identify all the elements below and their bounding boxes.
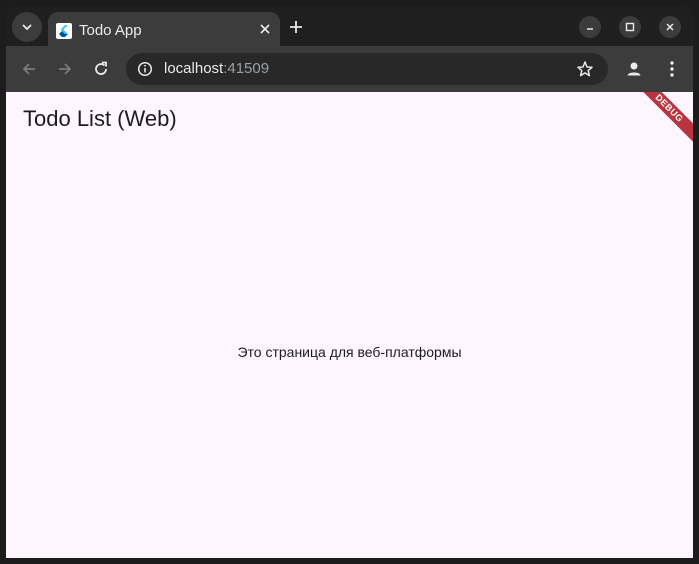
- url-port: :41509: [223, 60, 270, 77]
- arrow-right-icon[interactable]: [56, 60, 74, 78]
- maximize-button[interactable]: [619, 16, 641, 38]
- center-message: Это страница для веб-платформы: [237, 344, 462, 360]
- chevron-down-icon: [22, 24, 32, 31]
- close-icon: [666, 23, 674, 31]
- tab-title: Todo App: [79, 22, 142, 39]
- info-icon[interactable]: [137, 61, 153, 77]
- debug-banner: DEBUG: [629, 92, 693, 149]
- address-bar[interactable]: localhost:41509: [126, 53, 608, 85]
- plus-icon[interactable]: [287, 18, 305, 36]
- reload-icon[interactable]: [92, 60, 110, 78]
- tab-todo-app[interactable]: Todo App: [48, 12, 280, 46]
- browser-window: Todo App localhost:41509 Todo List (Web)…: [6, 6, 693, 558]
- arrow-left-icon[interactable]: [20, 60, 38, 78]
- close-icon[interactable]: [258, 22, 272, 36]
- star-icon[interactable]: [576, 60, 594, 78]
- person-icon[interactable]: [624, 59, 644, 79]
- tab-search-button[interactable]: [12, 12, 42, 42]
- tab-strip: Todo App: [6, 6, 693, 46]
- page-viewport: Todo List (Web) Это страница для веб-пла…: [6, 92, 693, 558]
- page-title: Todo List (Web): [23, 106, 177, 131]
- url-host: localhost: [164, 60, 224, 77]
- url-text: localhost:41509: [164, 60, 269, 77]
- maximize-icon: [625, 22, 635, 32]
- browser-toolbar: localhost:41509: [6, 46, 693, 92]
- minimize-icon: [587, 28, 593, 30]
- kebab-menu-icon[interactable]: [662, 59, 682, 79]
- minimize-button[interactable]: [579, 16, 601, 38]
- close-window-button[interactable]: [659, 16, 681, 38]
- flutter-icon: [56, 23, 72, 39]
